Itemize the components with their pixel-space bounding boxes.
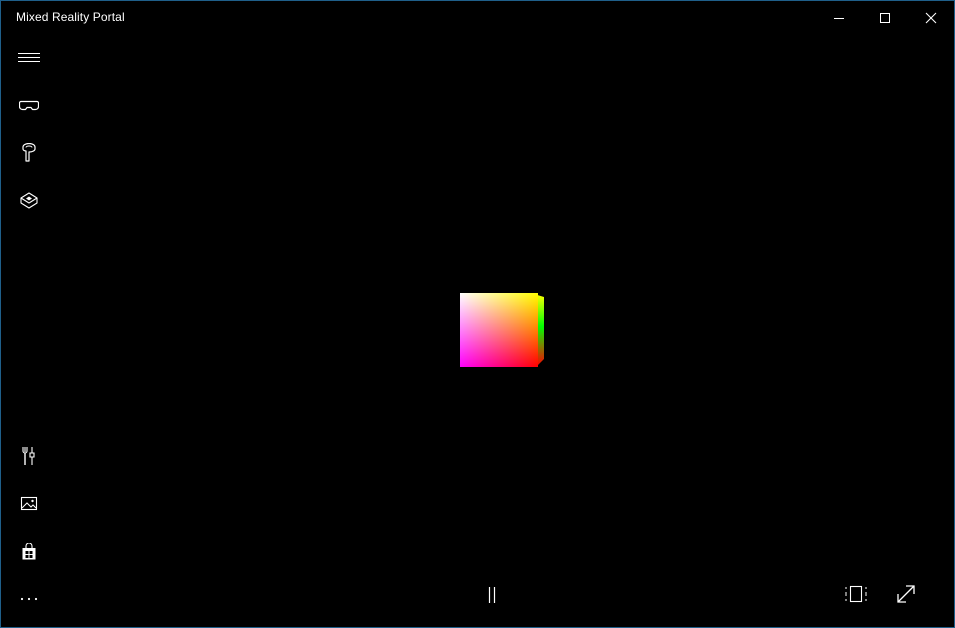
pause-icon	[488, 587, 496, 603]
photos-icon	[20, 496, 38, 511]
color-cube	[460, 293, 544, 367]
maximize-button[interactable]	[862, 1, 908, 34]
nav-item-motion-controllers[interactable]	[1, 133, 57, 173]
nav-item-store[interactable]	[1, 532, 57, 572]
close-button[interactable]	[908, 1, 954, 34]
view-mode-button[interactable]	[836, 577, 876, 611]
store-icon	[22, 543, 36, 560]
tools-icon	[22, 447, 35, 465]
more-button[interactable]	[1, 579, 57, 619]
boundary-setup-icon	[20, 192, 38, 209]
app-window: Mixed Reality Portal	[0, 0, 955, 628]
hamburger-menu-button[interactable]	[1, 38, 57, 78]
nav-item-headset[interactable]	[1, 85, 57, 125]
pause-button[interactable]	[472, 578, 512, 612]
more-icon	[20, 597, 38, 601]
headset-icon	[19, 100, 39, 111]
expand-icon	[897, 585, 915, 603]
title-bar[interactable]: Mixed Reality Portal	[1, 1, 954, 34]
nav-item-photos[interactable]	[1, 484, 57, 524]
motion-controller-icon	[22, 143, 36, 162]
nav-item-tools[interactable]	[1, 436, 57, 476]
minimize-icon	[834, 17, 844, 19]
minimize-button[interactable]	[816, 1, 862, 34]
mixed-reality-viewport[interactable]	[58, 34, 954, 627]
view-mode-icon	[845, 585, 867, 603]
hamburger-menu-icon	[18, 53, 40, 62]
window-title: Mixed Reality Portal	[16, 10, 125, 24]
close-icon	[925, 12, 937, 23]
fullscreen-button[interactable]	[886, 577, 926, 611]
nav-item-boundary[interactable]	[1, 181, 57, 221]
maximize-icon	[880, 12, 890, 23]
